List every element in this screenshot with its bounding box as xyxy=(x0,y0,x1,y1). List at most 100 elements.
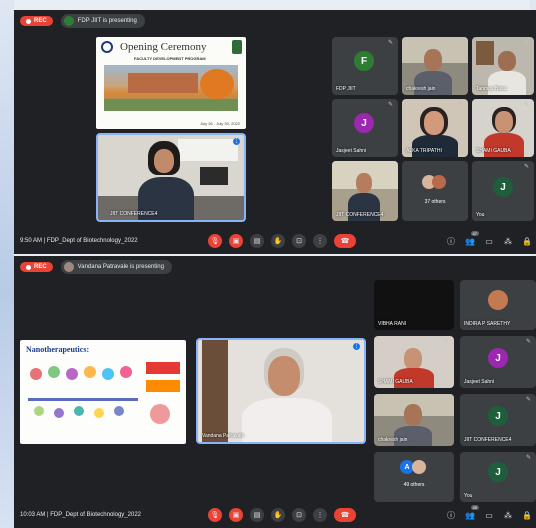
participant-tile-chakresh-jain[interactable]: ✎ chakresh jain xyxy=(374,394,454,446)
others-count: 37 others xyxy=(424,199,446,205)
featured-participant-tile[interactable]: ⋮ Vandana Patravale xyxy=(196,338,366,444)
participant-face xyxy=(424,111,444,135)
raise-hand-icon[interactable]: ✋ xyxy=(271,234,285,248)
raise-hand-icon[interactable]: ✋ xyxy=(271,508,285,522)
others-count: 49 others xyxy=(403,482,425,488)
people-icon[interactable]: 👥 49 xyxy=(465,505,479,521)
participant-tile-shami-gauba[interactable]: ✎ SHAMI GAUBA xyxy=(472,99,534,157)
more-options-icon[interactable]: ⋮ xyxy=(313,234,327,248)
participant-face xyxy=(495,111,513,133)
captions-icon[interactable]: ▤ xyxy=(250,234,264,248)
college-logo xyxy=(101,41,113,53)
featured-participant-name: JIIT CONFERENCE4 xyxy=(110,211,158,217)
mic-off-icon[interactable]: 🎙 xyxy=(208,508,222,522)
host-controls-icon[interactable]: 🔒 xyxy=(522,509,532,521)
participant-name: INDIRA P SARETHY xyxy=(464,321,511,327)
whiteboard xyxy=(178,139,238,161)
featured-participant-tile[interactable]: ⋮ JIIT CONFERENCE4 xyxy=(96,133,246,222)
participant-tile-jiit-conference4[interactable]: JIIT CONFERENCE4 xyxy=(332,161,398,221)
participant-tile-vibha-rani[interactable]: VIBHA RANI xyxy=(374,280,454,330)
participant-tile-fdp-jiit[interactable]: F ✎ FDP JIIT xyxy=(332,37,398,95)
participant-tile-you[interactable]: J ✎ You xyxy=(472,161,534,221)
host-controls-icon[interactable]: 🔒 xyxy=(522,235,532,247)
more-options-icon[interactable]: ⋮ xyxy=(313,508,327,522)
meeting-time: 9:50 AM xyxy=(20,238,43,244)
people-icon[interactable]: 👥 47 xyxy=(465,231,479,247)
diagram-circle-12 xyxy=(150,404,170,424)
screenshot-stage: REC FDP JIIT is presenting Opening Cerem… xyxy=(0,0,536,528)
info-icon[interactable]: ⓘ xyxy=(446,235,456,247)
participant-tile-tanmoy-basu[interactable]: ✎ Tanmoy Basu xyxy=(472,37,534,95)
info-icon[interactable]: ⓘ xyxy=(446,509,456,521)
camera-off-icon[interactable]: ▣ xyxy=(229,234,243,248)
lawn xyxy=(104,99,238,111)
participant-name: Tanmoy Basu xyxy=(476,86,507,92)
presenter-chip[interactable]: FDP JIIT is presenting xyxy=(60,14,145,28)
present-screen-icon[interactable]: ⊡ xyxy=(292,234,306,248)
meeting-top-bar: REC Vandana Patravale is presenting xyxy=(14,256,536,278)
captions-icon[interactable]: ▤ xyxy=(250,508,264,522)
participant-face xyxy=(498,51,516,71)
camera-off-icon[interactable]: ▣ xyxy=(229,508,243,522)
participant-body xyxy=(394,368,434,388)
active-speaker-icon: ⋮ xyxy=(233,138,240,145)
speaker-face xyxy=(154,149,174,173)
mic-muted-icon: ✎ xyxy=(387,40,394,46)
others-avatar-2 xyxy=(412,460,426,474)
recording-label: REC xyxy=(34,264,47,270)
participant-name: ALKA TRIPATHI xyxy=(406,148,442,154)
diagram-circle-11 xyxy=(114,406,124,416)
presentation-slide[interactable]: Opening Ceremony FACULTY DEVELOPMENT PRO… xyxy=(96,37,246,129)
participant-tile-jiit-conference4[interactable]: J ✎ JIIT CONFERENCE4 xyxy=(460,394,536,446)
mic-muted-icon: ✎ xyxy=(525,455,532,461)
diagram-circle-10 xyxy=(94,408,104,418)
door-frame xyxy=(202,340,228,442)
participant-tile-alka-tripathi[interactable]: ✎ ALKA TRIPATHI xyxy=(402,99,468,157)
participant-tile-indira-p-sarethy[interactable]: INDIRA P SARETHY xyxy=(460,280,536,330)
campus-photo xyxy=(104,65,238,111)
participant-name: chakresh jain xyxy=(406,86,436,92)
meeting-code: FDP_Dept of Biotechnology_2022 xyxy=(46,238,138,244)
diagram-circle-6 xyxy=(120,366,132,378)
separator: | xyxy=(43,238,46,244)
self-avatar: J xyxy=(493,177,513,197)
activities-icon[interactable]: ⁂ xyxy=(503,235,513,247)
mic-muted-icon: ✎ xyxy=(523,164,530,170)
diagram-circle-4 xyxy=(84,366,96,378)
participant-tile-you[interactable]: J ✎ You xyxy=(460,452,536,502)
participant-tile-others[interactable]: A 49 others xyxy=(374,452,454,502)
participant-name: SHAMI GAUBA xyxy=(476,148,511,154)
presentation-slide[interactable]: Nanotherapeutics: xyxy=(20,340,186,444)
participant-avatar: J xyxy=(488,348,508,368)
diagram-circle-5 xyxy=(102,368,114,380)
presenter-chip[interactable]: Vandana Patravale is presenting xyxy=(60,260,172,274)
mic-off-icon[interactable]: 🎙 xyxy=(208,234,222,248)
participant-avatar: J xyxy=(354,113,374,133)
chat-icon[interactable]: ▭ xyxy=(484,509,494,521)
hang-up-icon[interactable]: ☎ xyxy=(334,508,356,522)
right-controls: ⓘ 👥 47 ▭ ⁂ 🔒 xyxy=(446,231,532,247)
participant-name: chakresh jain xyxy=(378,437,408,443)
participant-tile-jasjeet-sahni[interactable]: J ✎ Jasjeet Sahni xyxy=(332,99,398,157)
present-screen-icon[interactable]: ⊡ xyxy=(292,508,306,522)
participant-tile-shami-gauba[interactable]: ✎ SHAMI GAUBA xyxy=(374,336,454,388)
slide-dates: July 26 - July 30, 2022 xyxy=(199,121,240,126)
meeting-time: 10:03 AM xyxy=(20,512,46,518)
slide-title: Nanotherapeutics: xyxy=(26,345,90,354)
featured-participant-name: Vandana Patravale xyxy=(202,433,245,439)
participant-name: Jasjeet Sahni xyxy=(336,148,367,154)
timeline-bar xyxy=(28,398,138,401)
participant-tile-chakresh-jain[interactable]: ✎ chakresh jain xyxy=(402,37,468,95)
participant-tile-others[interactable]: 37 others xyxy=(402,161,468,221)
activities-icon[interactable]: ⁂ xyxy=(503,509,513,521)
hang-up-icon[interactable]: ☎ xyxy=(334,234,356,248)
participant-name: JIIT CONFERENCE4 xyxy=(336,212,384,218)
chat-icon[interactable]: ▭ xyxy=(484,235,494,247)
diagram-circle-2 xyxy=(48,366,60,378)
participant-tile-jasjeet-sahni[interactable]: J ✎ Jasjeet Sahni xyxy=(460,336,536,388)
participant-face xyxy=(404,404,422,426)
recording-badge: REC xyxy=(20,16,53,26)
diagram-label-red xyxy=(146,362,180,374)
participant-name: FDP JIIT xyxy=(336,86,356,92)
mic-muted-icon: ✎ xyxy=(523,40,530,46)
